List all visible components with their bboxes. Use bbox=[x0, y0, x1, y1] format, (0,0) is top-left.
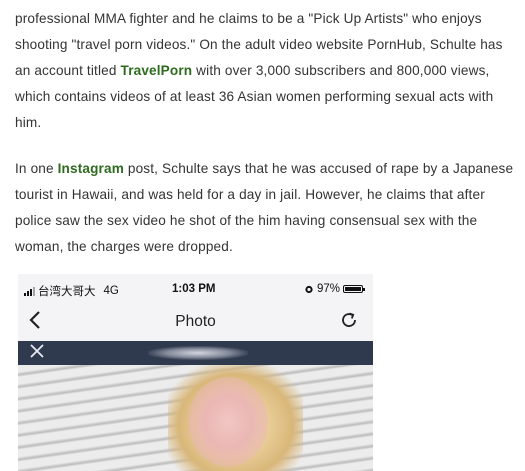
blurred-face bbox=[188, 377, 268, 467]
photo-header-bar bbox=[18, 341, 373, 365]
paragraph-1: professional MMA fighter and he claims t… bbox=[15, 6, 520, 136]
travelporn-link[interactable]: TravelPorn bbox=[120, 63, 192, 78]
article-body: professional MMA fighter and he claims t… bbox=[15, 6, 520, 260]
paragraph-2-text-a: In one bbox=[15, 161, 58, 176]
refresh-icon[interactable] bbox=[339, 310, 359, 335]
signal-icon bbox=[24, 286, 35, 296]
embedded-phone-screenshot: 台湾大哥大 4G 1:03 PM 97% Photo bbox=[18, 274, 373, 471]
battery-percent: 97% bbox=[316, 283, 340, 295]
carrier-name: 台湾大哥大 bbox=[38, 286, 96, 298]
network-type: 4G bbox=[103, 285, 119, 297]
paragraph-2: In one Instagram post, Schulte says that… bbox=[15, 156, 520, 260]
close-icon[interactable] bbox=[29, 343, 45, 363]
battery-icon bbox=[343, 285, 365, 293]
status-right: 97% bbox=[304, 283, 365, 295]
status-bar: 台湾大哥大 4G 1:03 PM 97% bbox=[18, 274, 373, 302]
alarm-icon bbox=[305, 285, 313, 294]
instagram-link[interactable]: Instagram bbox=[58, 161, 124, 176]
status-left: 台湾大哥大 4G bbox=[24, 283, 119, 299]
photo-image bbox=[18, 365, 373, 471]
status-time: 1:03 PM bbox=[172, 283, 216, 295]
nav-bar: Photo bbox=[18, 304, 373, 340]
blurred-username bbox=[148, 346, 248, 360]
nav-title: Photo bbox=[175, 313, 216, 330]
